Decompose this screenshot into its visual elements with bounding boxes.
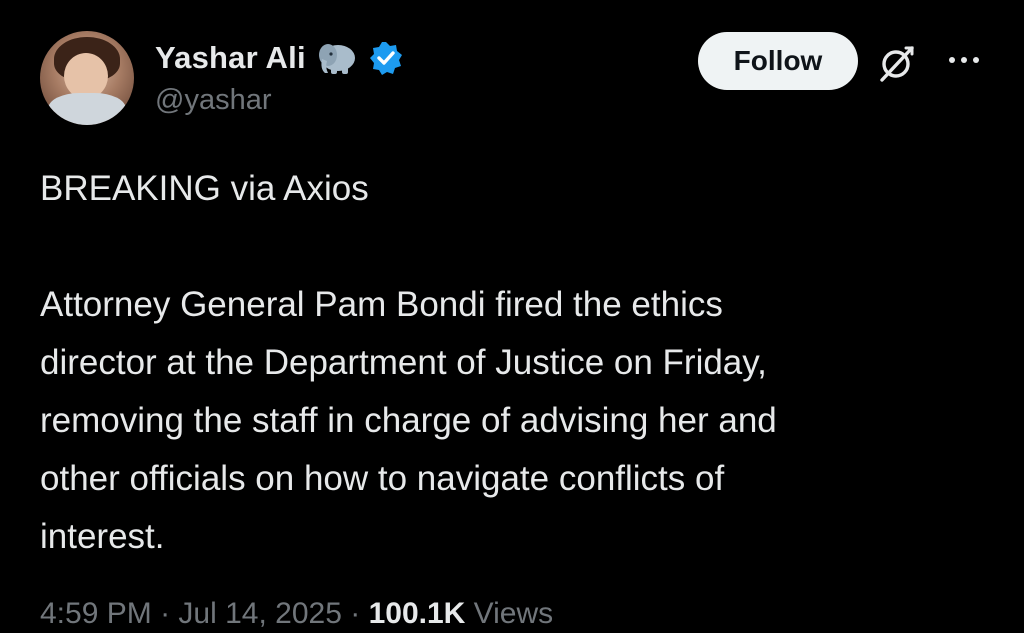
tweet-time[interactable]: 4:59 PM bbox=[40, 597, 152, 630]
follow-button[interactable]: Follow bbox=[698, 32, 858, 90]
author-handle[interactable]: @yashar bbox=[155, 84, 271, 117]
meta-separator: · bbox=[350, 597, 361, 630]
tweet-meta: 4:59 PM · Jul 14, 2025 · 100.1K Views bbox=[40, 597, 553, 631]
author-name-row: Yashar Ali bbox=[155, 36, 404, 80]
tweet-text: BREAKING via Axios Attorney General Pam … bbox=[40, 169, 777, 556]
verified-badge-icon bbox=[369, 42, 402, 75]
elephant-icon bbox=[318, 44, 355, 74]
views-count[interactable]: 100.1K bbox=[369, 597, 466, 630]
avatar-shirt bbox=[48, 93, 126, 125]
author-display-name[interactable]: Yashar Ali bbox=[155, 40, 306, 76]
views-label: Views bbox=[473, 597, 554, 630]
grok-icon[interactable] bbox=[876, 42, 918, 84]
avatar[interactable] bbox=[40, 31, 134, 125]
more-icon[interactable] bbox=[944, 48, 984, 72]
tweet-date[interactable]: Jul 14, 2025 bbox=[178, 597, 341, 630]
meta-separator: · bbox=[160, 597, 171, 630]
